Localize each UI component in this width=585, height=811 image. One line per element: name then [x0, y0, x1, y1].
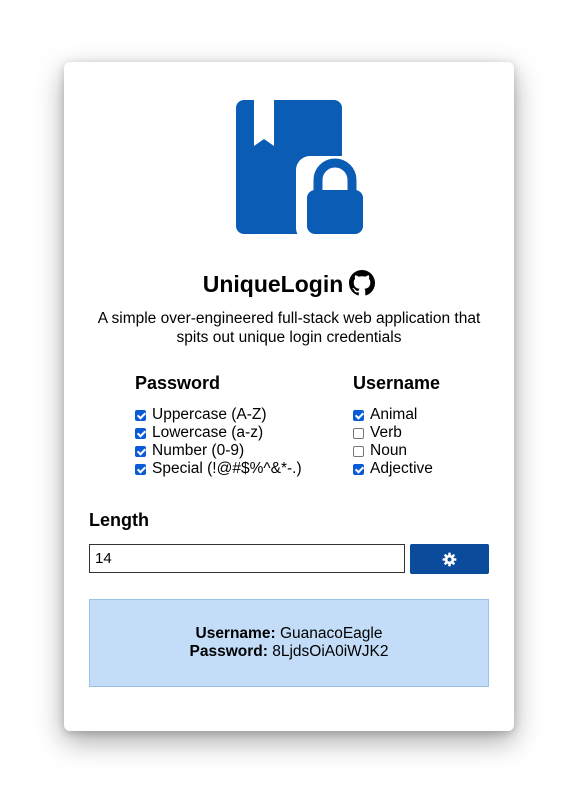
username-result-value: GuanacoEagle: [279, 625, 383, 642]
animal-checkbox[interactable]: [353, 409, 364, 421]
number-checkbox[interactable]: [135, 445, 146, 457]
username-result: Username: GuanacoEagle: [196, 625, 383, 643]
adjective-checkbox[interactable]: [353, 463, 364, 475]
username-option-animal[interactable]: Animal: [353, 406, 440, 424]
bookmark-lock-icon: [236, 100, 366, 238]
option-label: Uppercase (A-Z): [152, 406, 267, 423]
app-card: UniqueLogin A simple over-engineered ful…: [64, 62, 514, 731]
username-option-adjective[interactable]: Adjective: [353, 460, 440, 478]
generate-button[interactable]: [410, 544, 489, 574]
github-icon[interactable]: [349, 270, 376, 296]
option-label: Adjective: [370, 460, 433, 477]
password-result-label: Password:: [189, 643, 268, 660]
username-result-label: Username:: [195, 625, 276, 642]
app-subtitle: A simple over-engineered full-stack web …: [97, 310, 481, 346]
verb-checkbox[interactable]: [353, 427, 364, 439]
password-option-uppercase[interactable]: Uppercase (A-Z): [135, 406, 302, 424]
app-title-row: UniqueLogin: [64, 269, 514, 299]
lowercase-checkbox[interactable]: [135, 427, 146, 439]
option-label: Noun: [370, 442, 408, 459]
password-result-value: 8LjdsOiA0iWJK2: [272, 643, 389, 660]
username-options: Username Animal Verb Noun Adjective: [353, 372, 440, 478]
password-options: Password Uppercase (A-Z) Lowercase (a-z)…: [135, 372, 302, 478]
gear-icon: [442, 552, 457, 566]
length-input[interactable]: [89, 544, 405, 573]
option-label: Special (!@#$%^&*-.): [152, 460, 302, 477]
special-checkbox[interactable]: [135, 463, 146, 475]
uppercase-checkbox[interactable]: [135, 409, 146, 421]
noun-checkbox[interactable]: [353, 445, 364, 457]
option-label: Lowercase (a-z): [152, 424, 264, 441]
option-label: Verb: [370, 424, 402, 441]
username-option-noun[interactable]: Noun: [353, 442, 440, 460]
credentials-result: Username: GuanacoEagle Password: 8LjdsOi…: [89, 599, 489, 687]
password-heading: Password: [135, 373, 221, 393]
option-label: Number (0-9): [152, 442, 245, 459]
password-option-special[interactable]: Special (!@#$%^&*-.): [135, 460, 302, 478]
option-label: Animal: [370, 406, 418, 423]
length-label: Length: [89, 510, 149, 530]
password-option-lowercase[interactable]: Lowercase (a-z): [135, 424, 302, 442]
password-result: Password: 8LjdsOiA0iWJK2: [190, 643, 389, 661]
app-title: UniqueLogin: [202, 271, 344, 297]
password-option-number[interactable]: Number (0-9): [135, 442, 302, 460]
username-option-verb[interactable]: Verb: [353, 424, 440, 442]
username-heading: Username: [353, 373, 441, 393]
